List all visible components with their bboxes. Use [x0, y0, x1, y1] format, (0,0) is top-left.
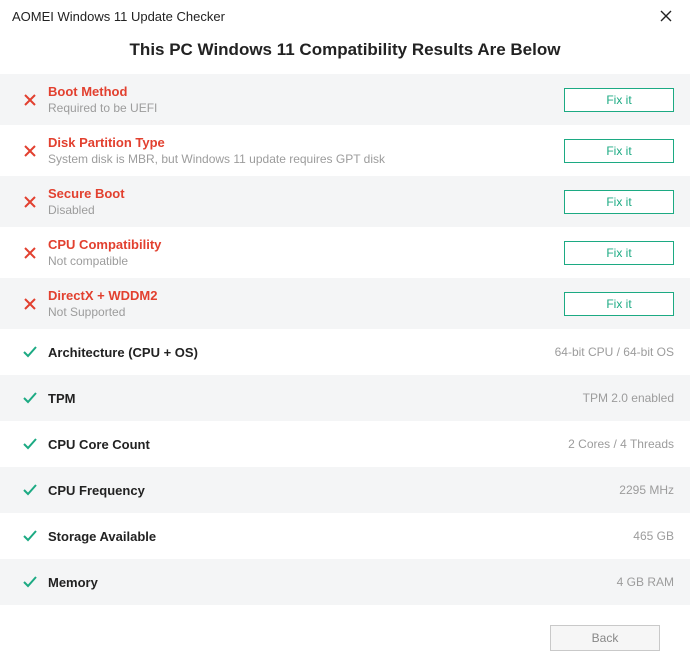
fix-button[interactable]: Fix it — [564, 139, 674, 163]
result-title: DirectX + WDDM2 — [48, 288, 564, 303]
fix-button[interactable]: Fix it — [564, 241, 674, 265]
result-title: CPU Compatibility — [48, 237, 564, 252]
check-icon — [16, 528, 44, 544]
result-texts: Secure Boot Disabled — [44, 186, 564, 217]
result-row-pass: CPU Frequency2295 MHz — [0, 467, 690, 513]
result-texts: Disk Partition Type System disk is MBR, b… — [44, 135, 564, 166]
result-title: Architecture (CPU + OS) — [48, 345, 545, 360]
result-value: 2295 MHz — [609, 483, 674, 497]
result-row-pass: Architecture (CPU + OS)64-bit CPU / 64-b… — [0, 329, 690, 375]
result-subtitle: Not compatible — [48, 254, 564, 268]
fix-button[interactable]: Fix it — [564, 88, 674, 112]
result-subtitle: Not Supported — [48, 305, 564, 319]
result-value: 4 GB RAM — [607, 575, 674, 589]
result-row-fail: Disk Partition Type System disk is MBR, b… — [0, 125, 690, 176]
footer: Back — [550, 625, 660, 651]
result-value: 2 Cores / 4 Threads — [558, 437, 674, 451]
window-title: AOMEI Windows 11 Update Checker — [12, 9, 225, 24]
check-icon — [16, 482, 44, 498]
cross-icon — [16, 145, 44, 157]
result-row-pass: Memory4 GB RAM — [0, 559, 690, 605]
result-title: TPM — [48, 391, 573, 406]
result-texts: Storage Available — [44, 529, 623, 544]
check-icon — [16, 436, 44, 452]
cross-icon — [16, 247, 44, 259]
result-title: CPU Frequency — [48, 483, 609, 498]
result-row-fail: CPU Compatibility Not compatibleFix it — [0, 227, 690, 278]
result-title: Memory — [48, 575, 607, 590]
result-title: Disk Partition Type — [48, 135, 564, 150]
fix-button[interactable]: Fix it — [564, 292, 674, 316]
cross-icon — [16, 196, 44, 208]
check-icon — [16, 574, 44, 590]
result-value: 465 GB — [623, 529, 674, 543]
result-row-fail: Boot Method Required to be UEFIFix it — [0, 74, 690, 125]
result-row-pass: TPMTPM 2.0 enabled — [0, 375, 690, 421]
result-texts: CPU Core Count — [44, 437, 558, 452]
result-row-pass: CPU Core Count2 Cores / 4 Threads — [0, 421, 690, 467]
result-subtitle: Required to be UEFI — [48, 101, 564, 115]
result-value: 64-bit CPU / 64-bit OS — [545, 345, 674, 359]
result-row-fail: Secure Boot DisabledFix it — [0, 176, 690, 227]
result-value: TPM 2.0 enabled — [573, 391, 674, 405]
result-texts: DirectX + WDDM2 Not Supported — [44, 288, 564, 319]
result-texts: Architecture (CPU + OS) — [44, 345, 545, 360]
result-title: CPU Core Count — [48, 437, 558, 452]
result-title: Boot Method — [48, 84, 564, 99]
result-title: Storage Available — [48, 529, 623, 544]
result-title: Secure Boot — [48, 186, 564, 201]
check-icon — [16, 390, 44, 406]
titlebar: AOMEI Windows 11 Update Checker — [0, 0, 690, 28]
result-subtitle: Disabled — [48, 203, 564, 217]
check-icon — [16, 344, 44, 360]
cross-icon — [16, 298, 44, 310]
cross-icon — [16, 94, 44, 106]
results-list: Boot MethodRequired to be UEFIFix itDisk… — [0, 74, 690, 605]
result-texts: Memory — [44, 575, 607, 590]
result-texts: TPM — [44, 391, 573, 406]
result-texts: CPU Compatibility Not compatible — [44, 237, 564, 268]
page-heading: This PC Windows 11 Compatibility Results… — [0, 28, 690, 74]
close-icon[interactable] — [654, 8, 678, 24]
result-subtitle: System disk is MBR, but Windows 11 updat… — [48, 152, 564, 166]
fix-button[interactable]: Fix it — [564, 190, 674, 214]
result-row-fail: DirectX + WDDM2 Not SupportedFix it — [0, 278, 690, 329]
result-texts: CPU Frequency — [44, 483, 609, 498]
result-texts: Boot Method Required to be UEFI — [44, 84, 564, 115]
back-button[interactable]: Back — [550, 625, 660, 651]
result-row-pass: Storage Available465 GB — [0, 513, 690, 559]
